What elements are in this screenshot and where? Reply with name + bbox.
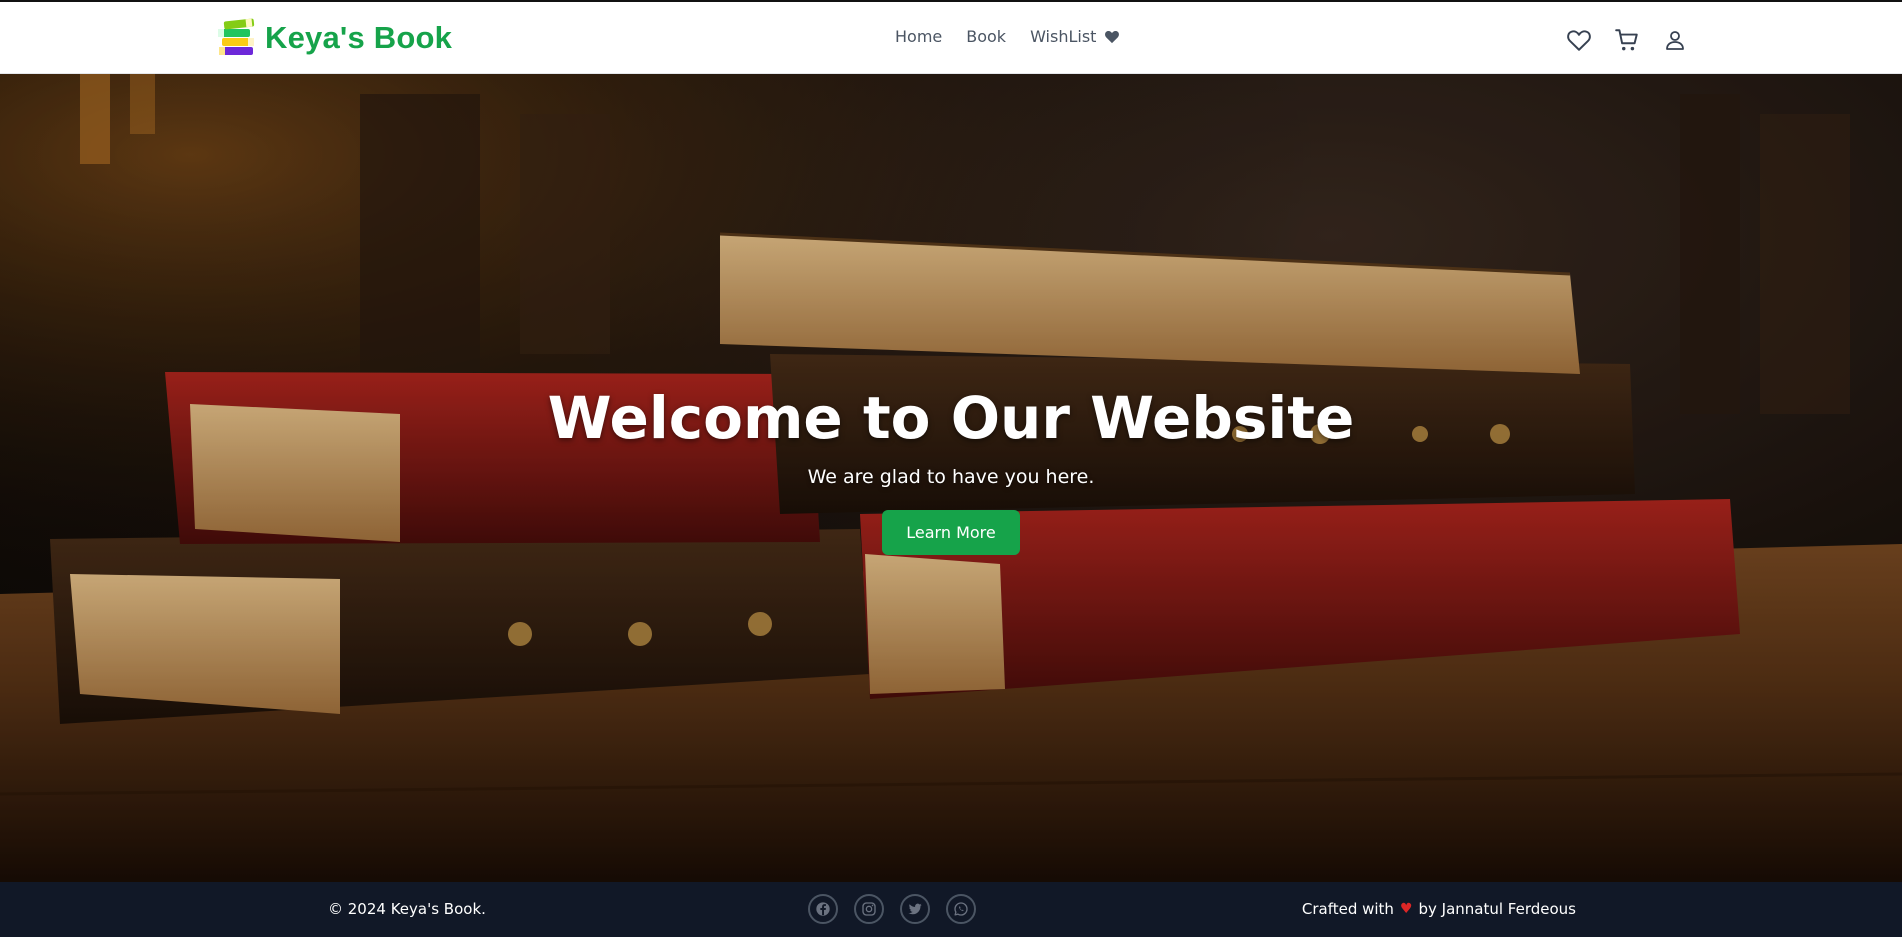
hero-content: Welcome to Our Website We are glad to ha… — [0, 384, 1902, 555]
nav-wishlist[interactable]: WishList — [1030, 27, 1120, 46]
footer-copyright: © 2024 Keya's Book. — [328, 900, 486, 918]
twitter-icon[interactable] — [900, 894, 930, 924]
hero-title: Welcome to Our Website — [547, 384, 1355, 452]
cart-icon[interactable] — [1613, 26, 1641, 54]
nav-wishlist-label: WishList — [1030, 27, 1097, 46]
credit-author: by Jannatul Ferdeous — [1418, 900, 1577, 918]
main-nav: Home Book WishList — [895, 27, 1144, 46]
heart-solid-icon — [1105, 30, 1120, 44]
heart-icon: ♥ — [1399, 901, 1413, 917]
brand-name: Keya's Book — [265, 20, 453, 55]
nav-actions — [1565, 26, 1709, 54]
books-logo-icon — [218, 18, 255, 55]
nav-home[interactable]: Home — [895, 27, 942, 46]
whatsapp-icon[interactable] — [946, 894, 976, 924]
footer-credit: Crafted with ♥ by Jannatul Ferdeous — [1302, 900, 1576, 918]
footer-social-links — [808, 894, 992, 924]
credit-prefix: Crafted with — [1301, 900, 1394, 918]
hero-section: Welcome to Our Website We are glad to ha… — [0, 74, 1902, 882]
navbar: Keya's Book Home Book WishList — [0, 2, 1902, 74]
heart-outline-icon[interactable] — [1565, 26, 1593, 54]
user-icon[interactable] — [1661, 26, 1689, 54]
learn-more-button[interactable]: Learn More — [882, 510, 1020, 555]
nav-book[interactable]: Book — [966, 27, 1006, 46]
instagram-icon[interactable] — [854, 894, 884, 924]
footer: © 2024 Keya's Book. Crafted with ♥ by Ja… — [0, 882, 1902, 937]
brand[interactable]: Keya's Book — [215, 17, 452, 59]
hero-subtitle: We are glad to have you here. — [807, 466, 1095, 488]
facebook-icon[interactable] — [808, 894, 838, 924]
